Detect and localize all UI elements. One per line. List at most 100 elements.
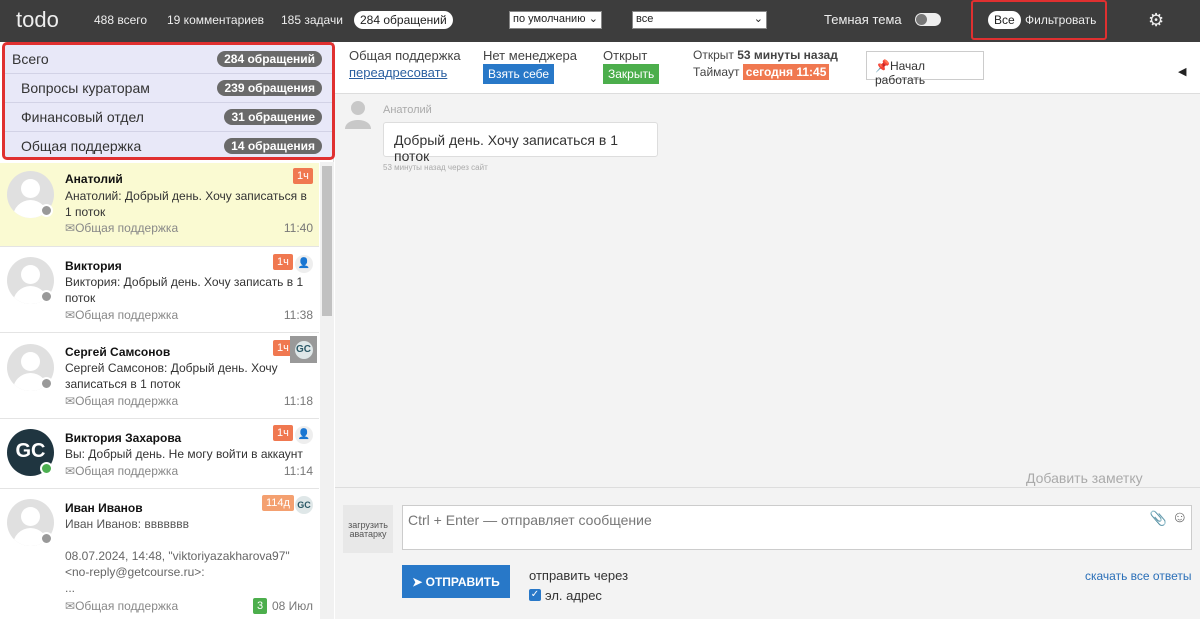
ticket-dept: Общая поддержка xyxy=(349,48,461,63)
mail-icon: ✉ xyxy=(65,394,76,408)
dept-label: Общая поддержка xyxy=(75,464,179,478)
gear-icon[interactable]: ⚙ xyxy=(1148,10,1164,31)
filter-select-value: все xyxy=(636,13,654,25)
dark-theme-label: Темная тема xyxy=(824,12,902,27)
conversation-name: Виктория xyxy=(65,259,122,273)
sort-select-value: по умолчанию xyxy=(513,13,586,25)
category-item[interactable]: Всего 284 обращений xyxy=(5,45,332,74)
conversation-dept: ✉Общая поддержка xyxy=(65,308,178,322)
message-author: Анатолий xyxy=(383,104,432,116)
category-count-badge: 14 обращения xyxy=(224,138,322,154)
ticket-header: Общая поддержка переадресовать Нет менед… xyxy=(335,42,1200,94)
category-name: Вопросы кураторам xyxy=(21,80,150,96)
message-bubble: Добрый день. Хочу записаться в 1 поток xyxy=(383,122,658,164)
toggle-knob xyxy=(916,14,927,25)
conversation-extra: 08.07.2024, 14:48, "viktoriyazakharova97… xyxy=(65,549,290,579)
start-work-button[interactable]: 📌Начал работать xyxy=(866,51,984,87)
conversation-message: Сергей Самсонов: Добрый день. Хочу запис… xyxy=(65,361,278,391)
message-input[interactable]: Ctrl + Enter — отправляет сообщение 📎 ☺ xyxy=(402,505,1192,550)
conversation-item[interactable]: Виктория Виктория: Добрый день. Хочу зап… xyxy=(0,247,319,333)
age-badge: 1ч xyxy=(273,425,293,441)
conversation-name: Иван Иванов xyxy=(65,501,143,515)
conversation-dept: ✉Общая поддержка xyxy=(65,221,178,235)
send-button[interactable]: ➤ ОТПРАВИТЬ xyxy=(402,565,510,598)
assignee-avatar: GC xyxy=(290,336,317,363)
conversation-time: 11:40 xyxy=(283,221,313,235)
stat-total[interactable]: 488 всего xyxy=(94,13,147,27)
count-badge: 3 xyxy=(253,598,268,614)
category-item[interactable]: Финансовый отдел 31 обращение xyxy=(5,103,332,132)
conversation-dept: ✉Общая поддержка xyxy=(65,394,178,408)
scrollbar[interactable] xyxy=(320,162,334,619)
conversation-item[interactable]: Иван Иванов Иван Иванов: ввввввв 08.07.2… xyxy=(0,489,319,619)
stat-tasks[interactable]: 185 задачи xyxy=(281,13,343,27)
category-count-badge: 31 обращение xyxy=(224,109,322,125)
timeout-badge: сегодня 11:45 xyxy=(742,64,830,80)
assignee-initials: GC xyxy=(294,341,313,359)
mail-icon: ✉ xyxy=(65,221,76,235)
message-meta: 53 минуты назад через сайт xyxy=(383,163,488,172)
stat-requests[interactable]: 284 обращений xyxy=(354,11,453,29)
download-answers-link[interactable]: скачать все ответы xyxy=(1085,569,1191,583)
category-item[interactable]: Вопросы кураторам 239 обращения xyxy=(5,74,332,103)
mail-icon: ✉ xyxy=(65,464,76,478)
pin-icon: 📌 xyxy=(875,59,890,73)
conversation-message: Вы: Добрый день. Не могу войти в аккаунт xyxy=(65,447,303,461)
all-pill[interactable]: Все xyxy=(988,11,1021,29)
status-dot xyxy=(40,377,53,390)
dept-label: Общая поддержка xyxy=(75,308,179,322)
conversation-item[interactable]: GC Виктория Захарова Вы: Добрый день. Не… xyxy=(0,419,319,489)
age-badge: 1ч xyxy=(273,254,293,270)
dark-theme-toggle[interactable] xyxy=(915,13,941,26)
upload-avatar-button[interactable]: загрузить аватарку xyxy=(343,505,393,553)
conversation-name: Анатолий xyxy=(65,172,123,186)
conversation-time: 11:38 xyxy=(283,308,313,322)
opened-value: 53 минуты назад xyxy=(737,48,838,62)
compose-area: загрузить аватарку Ctrl + Enter — отправ… xyxy=(335,487,1200,619)
filter-highlight-box: Все Фильтровать xyxy=(971,0,1107,40)
opened-prefix: Открыт xyxy=(693,48,734,62)
redirect-link[interactable]: переадресовать xyxy=(349,65,447,80)
take-button[interactable]: Взять себе xyxy=(483,64,555,84)
chevron-down-icon: ⌄ xyxy=(588,13,598,25)
filter-button[interactable]: Фильтровать xyxy=(1025,13,1096,27)
status-dot xyxy=(40,290,53,303)
message-placeholder: Ctrl + Enter — отправляет сообщение xyxy=(408,512,652,528)
app-logo[interactable]: todo xyxy=(16,7,59,33)
email-checkbox[interactable]: ✓ xyxy=(529,589,541,601)
conversation-message: Иван Иванов: ввввввв xyxy=(65,517,190,531)
conversation-message: Виктория: Добрый день. Хочу записать в 1… xyxy=(65,275,304,305)
conversation-time: 11:18 xyxy=(283,394,313,408)
scrollbar-thumb[interactable] xyxy=(322,166,332,316)
conversation-item[interactable]: Сергей Самсонов Сергей Самсонов: Добрый … xyxy=(0,333,319,419)
status-dot xyxy=(40,204,53,217)
conversation-dept: ✉Общая поддержка xyxy=(65,464,178,478)
timeout-info: Таймаут сегодня 11:45 xyxy=(693,64,830,80)
collapse-icon[interactable]: ◀ xyxy=(1178,65,1186,78)
stat-comments[interactable]: 19 комментариев xyxy=(167,13,264,27)
add-note-link[interactable]: Добавить заметку xyxy=(1026,470,1143,486)
conversation-time: 08 Июл xyxy=(271,599,313,613)
close-ticket-button[interactable]: Закрыть xyxy=(603,64,660,84)
avatar-initials: GC xyxy=(15,440,46,462)
assignee-avatar-icon: 👤 xyxy=(295,255,313,273)
paperclip-icon[interactable]: 📎 xyxy=(1150,510,1167,527)
sort-select[interactable]: по умолчанию ⌄ xyxy=(509,11,602,29)
opened-info: Открыт 53 минуты назад xyxy=(693,48,838,62)
emoji-icon[interactable]: ☺ xyxy=(1172,509,1188,527)
conversation-name: Сергей Самсонов xyxy=(65,345,171,359)
conversation-dept: ✉Общая поддержка xyxy=(65,599,178,613)
filter-select[interactable]: все ⌄ xyxy=(632,11,767,29)
category-item[interactable]: Общая поддержка 14 обращения xyxy=(5,132,332,161)
left-panel: Всего 284 обращений Вопросы кураторам 239 … xyxy=(0,42,335,619)
category-name: Общая поддержка xyxy=(21,138,142,154)
dept-label: Общая поддержка xyxy=(75,599,179,613)
mail-icon: ✉ xyxy=(65,599,76,613)
conversation-item[interactable]: Анатолий Анатолий: Добрый день. Хочу зап… xyxy=(0,163,319,247)
send-via-label: отправить через xyxy=(529,568,629,583)
conversation-name: Виктория Захарова xyxy=(65,431,182,445)
age-badge: 1ч xyxy=(293,168,313,184)
main-panel: Общая поддержка переадресовать Нет менед… xyxy=(335,42,1200,619)
assignee-avatar-icon: 👤 xyxy=(295,426,313,444)
email-channel-label: эл. адрес xyxy=(545,588,602,603)
